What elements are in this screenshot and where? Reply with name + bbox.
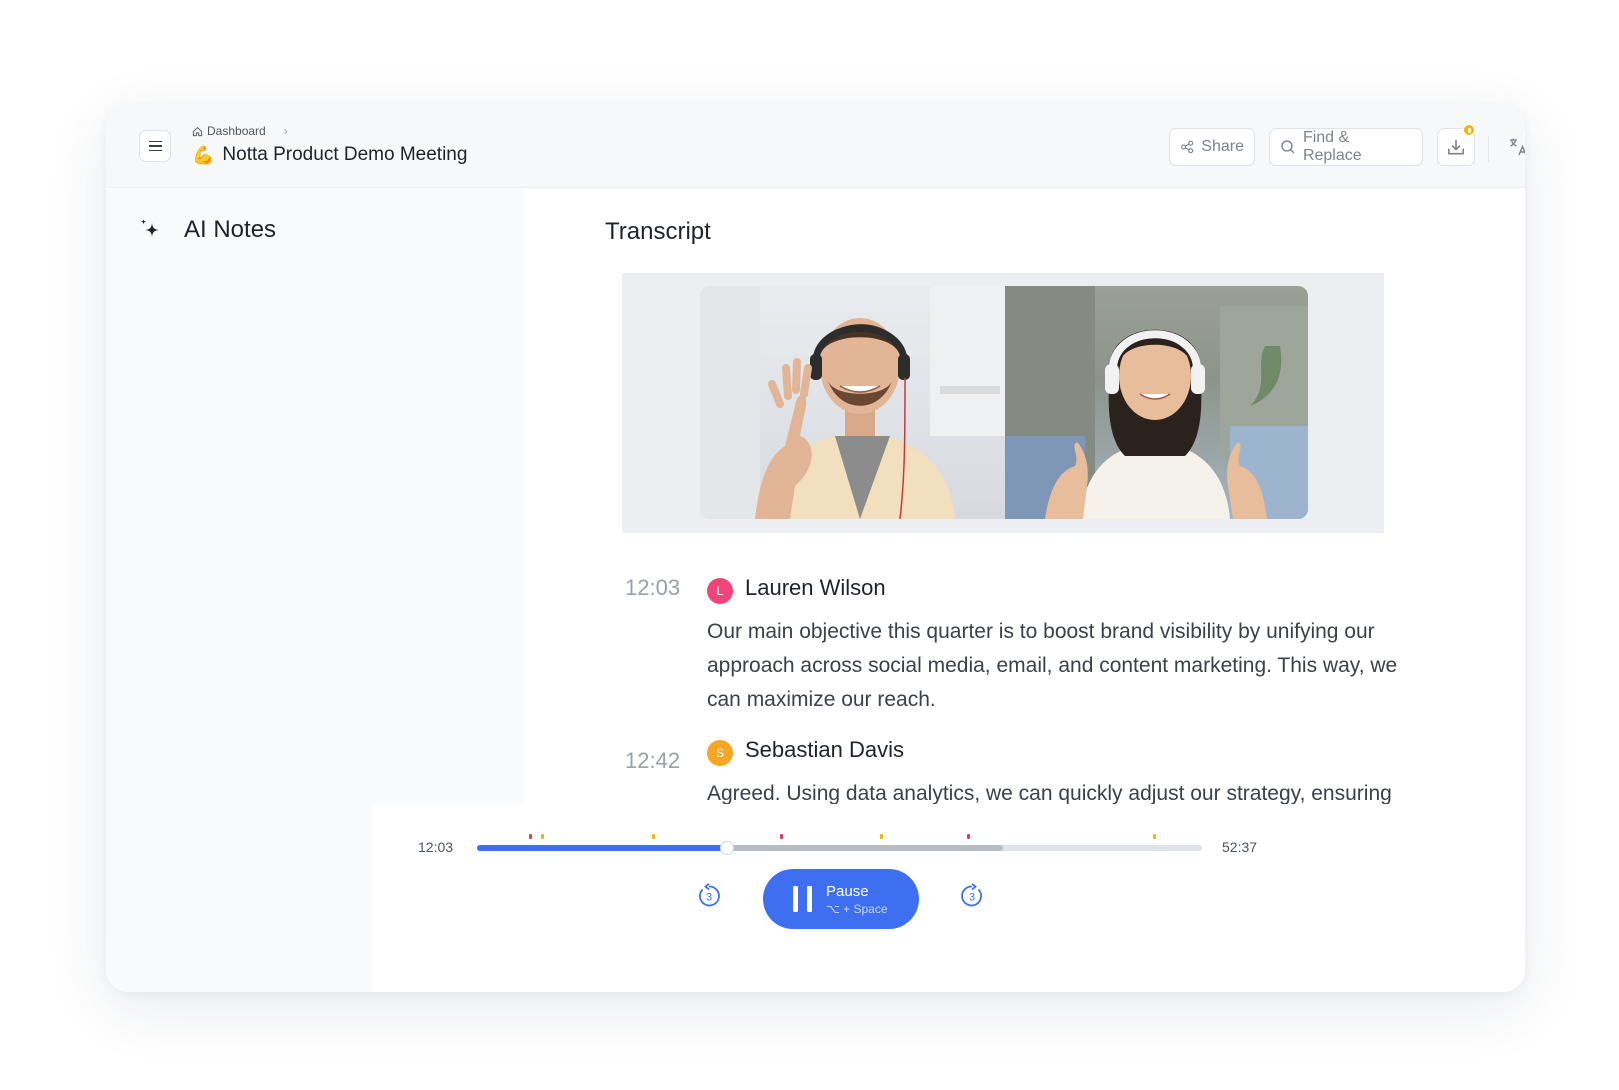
breadcrumb[interactable]: Dashboard ›	[192, 124, 288, 138]
share-button[interactable]: Share	[1169, 128, 1255, 166]
transcript-line: Our main objective this quarter is to bo…	[707, 620, 1375, 643]
chevron-right-icon: ›	[283, 124, 288, 138]
share-icon	[1181, 140, 1194, 154]
bookmark-marker[interactable]	[651, 834, 655, 839]
pause-button[interactable]: Pause ⌥ + Space	[763, 869, 919, 929]
bookmark-marker[interactable]	[780, 834, 783, 839]
current-time: 12:03	[418, 839, 454, 855]
transcript-title: Transcript	[605, 218, 711, 245]
download-icon	[1448, 139, 1464, 155]
timestamp[interactable]: 12:03	[625, 575, 680, 601]
search-icon	[1281, 140, 1295, 154]
timestamp[interactable]: 12:42	[625, 748, 680, 774]
translate-button[interactable]	[1504, 128, 1525, 162]
sparkle-icon	[140, 219, 159, 237]
man-waving-image	[700, 286, 1005, 519]
skip-back-button[interactable]: 3	[695, 882, 723, 910]
bookmark-marker[interactable]	[529, 834, 533, 839]
speaker-avatar: S	[707, 740, 733, 766]
hamburger-icon	[148, 141, 162, 151]
pause-label: Pause	[826, 882, 869, 900]
ai-notes-title: AI Notes	[184, 216, 277, 243]
total-time: 52:37	[1222, 839, 1258, 855]
transcript-text[interactable]: Our main objective this quarter is to bo…	[707, 615, 1487, 717]
bookmark-marker[interactable]	[880, 834, 884, 839]
header-divider	[1488, 136, 1489, 162]
ai-notes-heading: AI Notes	[138, 216, 276, 244]
find-replace-label: Find & Replace	[1302, 129, 1362, 164]
skip-back-label: 3	[706, 892, 712, 904]
transcript-line: can maximize our reach.	[707, 688, 936, 711]
menu-button[interactable]	[139, 130, 171, 162]
skip-forward-label: 3	[969, 892, 975, 904]
flexed-bicep-icon: 💪	[192, 144, 215, 165]
skip-forward-button[interactable]: 3	[958, 882, 986, 910]
audio-player: 12:03 52:37 3 Pause ⌥ + Space 3	[372, 804, 1525, 992]
home-icon	[192, 126, 203, 136]
shortcut-hint: ⌥ + Space	[826, 901, 888, 916]
bookmark-marker[interactable]	[967, 834, 971, 839]
top-bar: Dashboard › 💪 Notta Product Demo Meeting…	[106, 104, 1525, 188]
woman-talking-image	[1005, 286, 1308, 519]
share-label: Share	[1201, 138, 1244, 155]
speaker-avatar: L	[707, 578, 733, 604]
find-replace-button[interactable]: Find & Replace	[1269, 128, 1423, 166]
video-frame	[622, 273, 1384, 533]
download-button[interactable]	[1437, 124, 1475, 166]
app-window: Dashboard › 💪 Notta Product Demo Meeting…	[106, 104, 1525, 992]
breadcrumb-dashboard[interactable]: Dashboard	[207, 124, 266, 138]
participant-video-man	[700, 286, 1005, 519]
participant-video-woman	[1005, 286, 1308, 519]
transcript-line: approach across social media, email, and…	[707, 654, 1398, 677]
meeting-title[interactable]: Notta Product Demo Meeting	[222, 144, 467, 166]
speaker-name[interactable]: Lauren Wilson	[745, 575, 886, 601]
progress-bar	[477, 845, 728, 851]
page-title: 💪 Notta Product Demo Meeting	[192, 144, 467, 166]
premium-badge-icon	[1463, 124, 1475, 136]
translate-icon	[1510, 138, 1525, 156]
speaker-name[interactable]: Sebastian Davis	[745, 737, 904, 763]
progress-track[interactable]	[477, 834, 1202, 854]
progress-handle[interactable]	[721, 842, 734, 854]
bookmark-marker[interactable]	[1153, 834, 1157, 839]
bookmark-marker[interactable]	[540, 834, 544, 839]
video-player[interactable]	[700, 286, 1308, 519]
pause-icon	[793, 886, 812, 912]
